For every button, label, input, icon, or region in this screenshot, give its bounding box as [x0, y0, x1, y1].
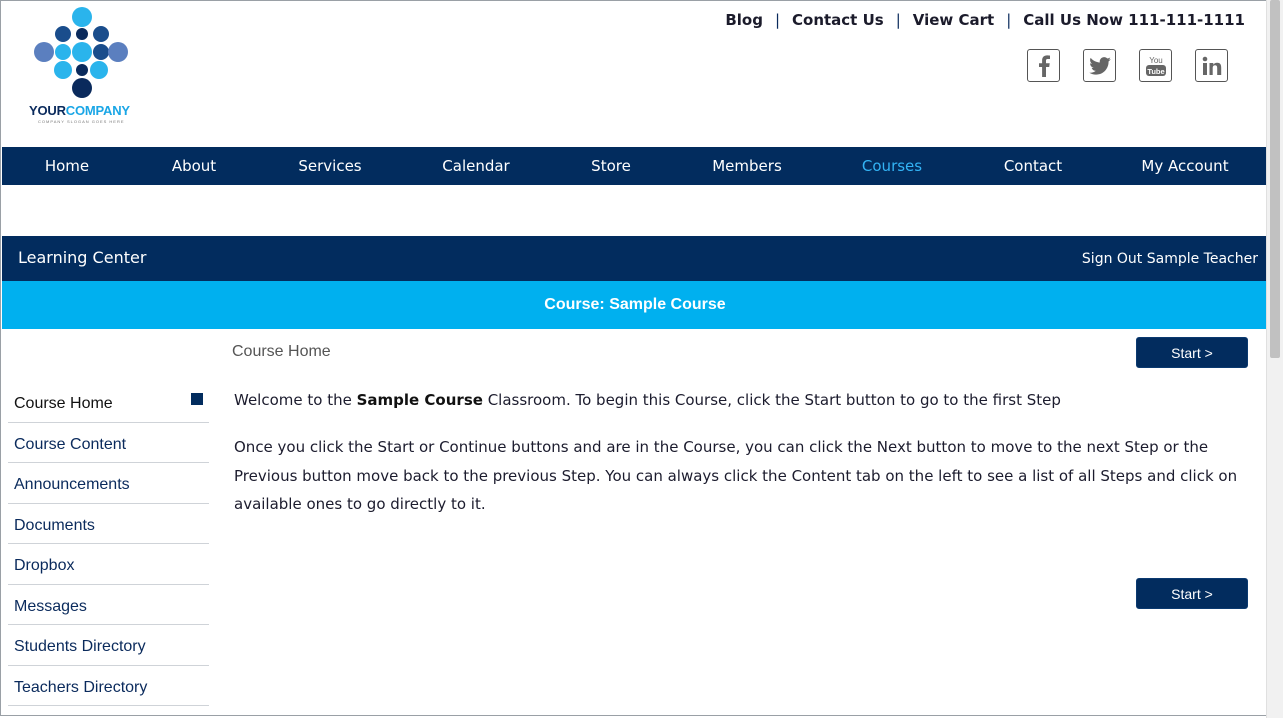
welcome-text-end: Classroom. To begin this Course, click t…: [482, 391, 1061, 409]
sidebar-item-teachers-directory[interactable]: Teachers Directory: [8, 666, 209, 706]
sidebar-item-label: Course Home: [14, 395, 113, 412]
sidebar-item-dropbox[interactable]: Dropbox: [8, 544, 209, 585]
sidebar-item-documents[interactable]: Documents: [8, 504, 209, 544]
separator: |: [774, 11, 780, 29]
vertical-scrollbar[interactable]: [1266, 0, 1283, 718]
sidebar-item-students-directory[interactable]: Students Directory: [8, 625, 209, 666]
welcome-paragraph: Welcome to the Sample Course Classroom. …: [234, 390, 1254, 410]
facebook-icon[interactable]: [1027, 49, 1060, 82]
contact-us-link[interactable]: Contact Us: [792, 11, 884, 29]
blog-link[interactable]: Blog: [725, 11, 763, 29]
sidebar-item-course-home[interactable]: Course Home: [8, 382, 209, 423]
twitter-icon[interactable]: [1083, 49, 1116, 82]
separator: |: [895, 11, 901, 29]
sign-out-link[interactable]: Sign Out Sample Teacher: [1082, 251, 1258, 267]
sidebar-item-label: Announcements: [14, 476, 130, 493]
view-cart-link[interactable]: View Cart: [913, 11, 994, 29]
start-button-top[interactable]: Start >: [1136, 337, 1248, 368]
sidebar-item-label: Messages: [14, 597, 87, 615]
call-us-text: Call Us Now 111-111-1111: [1023, 11, 1245, 29]
top-links: Blog | Contact Us | View Cart | Call Us Now 11…: [725, 11, 1245, 29]
logo-slogan: COMPANY SLOGAN GOES HERE: [38, 119, 125, 124]
start-button-bottom[interactable]: Start >: [1136, 578, 1248, 609]
scrollbar-thumb[interactable]: [1270, 0, 1280, 358]
welcome-text-start: Welcome to the: [234, 391, 357, 409]
logo-word-company: COMPANY: [65, 103, 130, 118]
nav-store[interactable]: Store: [591, 147, 631, 185]
svg-text:Tube: Tube: [1147, 67, 1164, 76]
page-frame: YOURCOMPANY COMPANY SLOGAN GOES HERE Blo…: [0, 0, 1267, 716]
learning-center-title: Learning Center: [18, 248, 147, 267]
nav-contact[interactable]: Contact: [1004, 147, 1062, 185]
logo-wordmark: YOURCOMPANY: [29, 103, 130, 118]
nav-home[interactable]: Home: [45, 147, 89, 185]
sidebar-item-course-content[interactable]: Course Content: [8, 423, 209, 463]
course-sidebar: Course Home Course Content Announcements…: [8, 382, 209, 706]
logo-mark: [34, 7, 128, 98]
learning-center-bar: Learning Center Sign Out Sample Teacher: [2, 236, 1267, 281]
nav-about[interactable]: About: [172, 147, 216, 185]
content-title: Course Home: [232, 343, 331, 360]
nav-calendar[interactable]: Calendar: [442, 147, 509, 185]
nav-members[interactable]: Members: [712, 147, 782, 185]
nav-courses[interactable]: Courses: [862, 147, 922, 185]
course-name: Sample Course: [356, 391, 483, 409]
course-heading: Course: Sample Course: [2, 281, 1267, 329]
youtube-icon[interactable]: You Tube: [1139, 49, 1172, 82]
sidebar-item-label: Documents: [14, 516, 95, 534]
sidebar-item-label: Teachers Directory: [14, 678, 148, 696]
sidebar-item-label: Dropbox: [14, 557, 75, 574]
nav-my-account[interactable]: My Account: [1141, 147, 1228, 185]
sidebar-item-announcements[interactable]: Announcements: [8, 463, 209, 504]
active-marker-icon: [191, 393, 203, 405]
instructions-paragraph: Once you click the Start or Continue but…: [234, 438, 1238, 513]
linkedin-icon[interactable]: [1195, 49, 1228, 82]
sidebar-item-label: Course Content: [14, 435, 127, 453]
sidebar-item-messages[interactable]: Messages: [8, 585, 209, 625]
logo-word-your: YOUR: [29, 103, 66, 118]
nav-services[interactable]: Services: [298, 147, 361, 185]
separator: |: [1006, 11, 1012, 29]
main-navigation: Home About Services Calendar Store Membe…: [2, 147, 1267, 185]
sidebar-item-label: Students Directory: [14, 638, 146, 655]
svg-text:You: You: [1149, 56, 1163, 65]
